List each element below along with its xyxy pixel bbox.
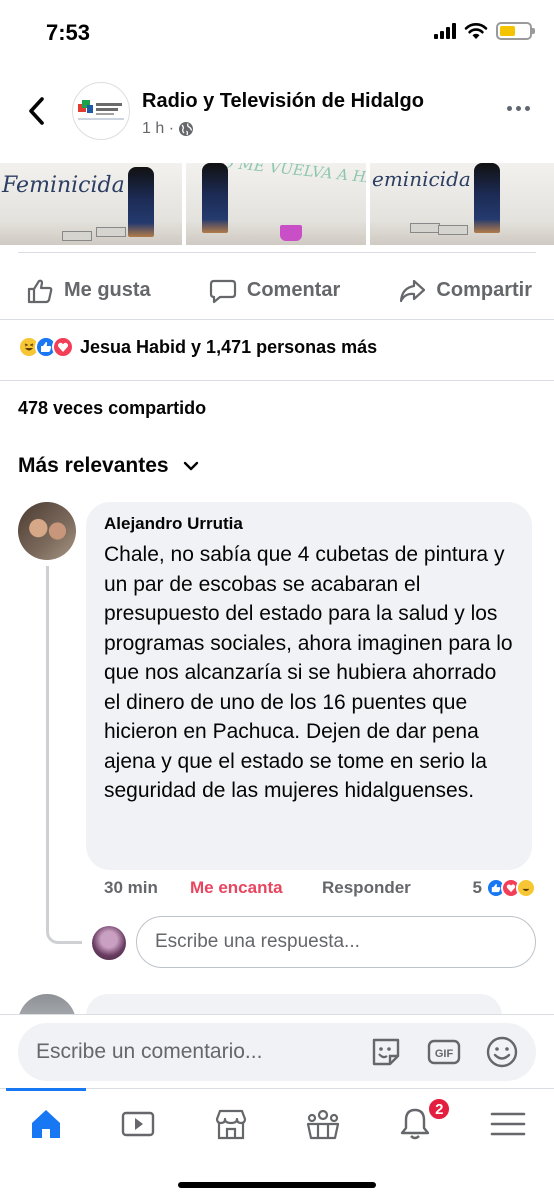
comment-reactions[interactable]: 5 [473,878,536,898]
comment-meta: 30 min Me encanta Responder 5 [104,878,536,898]
post-photo[interactable]: Feminicida [0,163,182,245]
thread-line [46,566,82,944]
thumbs-up-icon [27,279,53,303]
marketplace-icon [215,1109,246,1139]
signal-icon [434,23,456,39]
current-user-avatar [92,926,126,960]
photo-graffiti: eminicida [372,167,471,191]
reactions-summary[interactable]: Jesua Habid y 1,471 personas más [18,336,377,358]
chevron-down-icon [183,461,198,471]
composer-icons: GIF [368,1034,520,1070]
love-reaction-icon [52,336,74,358]
wifi-icon [464,22,488,39]
like-label: Me gusta [64,279,151,301]
more-options-button[interactable] [507,106,530,111]
chevron-left-icon [29,97,44,125]
comment-label: Comentar [246,279,341,301]
like-button[interactable]: Me gusta [26,277,151,305]
emoji-icon[interactable] [484,1034,520,1070]
tab-groups[interactable] [277,1089,369,1158]
back-button[interactable] [22,94,52,128]
globe-icon [179,122,194,136]
haha-reaction-icon [516,878,536,898]
page-avatar[interactable] [72,82,130,140]
bottom-tab-bar: 2 [0,1088,554,1158]
video-icon [122,1111,155,1136]
page-name[interactable]: Radio y Televisión de Hidalgo [142,90,424,113]
comment-author[interactable]: Alejandro Urrutia [104,514,514,534]
tab-home[interactable] [0,1088,92,1158]
comment-input[interactable]: Escribe un comentario... [36,1040,368,1064]
share-button[interactable]: Compartir [398,277,532,305]
post-photo[interactable]: eminicida [370,163,554,245]
comment-reaction-count: 5 [472,878,482,897]
comment-time: 30 min [104,878,158,897]
post-header: Radio y Televisión de Hidalgo 1 h · [0,70,554,160]
home-indicator[interactable] [178,1182,376,1188]
status-bar: 7:53 [0,0,554,66]
tab-menu[interactable] [462,1089,554,1158]
divider [0,380,554,381]
comment-button[interactable]: Comentar [209,277,340,305]
svg-text:GIF: GIF [435,1048,454,1060]
tab-notifications[interactable]: 2 [369,1089,461,1158]
tab-marketplace[interactable] [185,1089,277,1158]
comment-bubble[interactable]: Alejandro Urrutia Chale, no sabía que 4 … [86,502,532,870]
reply-input[interactable]: Escribe una respuesta... [136,916,536,968]
post-time: 1 h · [142,120,175,137]
comment-icon [209,279,236,303]
home-icon [32,1109,61,1138]
post-actions: Me gusta Comentar Compartir [0,252,554,320]
photo-graffiti: Feminicida [2,173,125,198]
status-icons [434,22,535,40]
post-meta: 1 h · [142,120,194,138]
commenter-avatar[interactable] [18,502,76,560]
share-label: Compartir [436,279,532,301]
sticker-icon[interactable] [368,1034,404,1070]
tab-watch[interactable] [92,1089,184,1158]
status-time: 7:53 [46,20,91,45]
gif-icon[interactable]: GIF [426,1034,462,1070]
photo-strip: Feminicida NO ME VUELVA A HACER DAÑO emi… [0,163,554,245]
comment-sort-dropdown[interactable]: Más relevantes [18,454,199,478]
comment-text: Chale, no sabía que 4 cubetas de pintura… [104,543,513,802]
composer-bar: Escribe un comentario... GIF [0,1014,554,1088]
share-icon [400,279,426,302]
groups-icon [307,1109,340,1139]
page-logo-icon [78,100,124,120]
love-reaction-link[interactable]: Me encanta [190,878,322,898]
menu-icon [490,1112,526,1135]
comment-composer[interactable]: Escribe un comentario... GIF [18,1023,536,1081]
sort-label: Más relevantes [18,454,169,477]
reactions-text: Jesua Habid y 1,471 personas más [80,336,378,357]
battery-icon [496,22,535,40]
reply-link[interactable]: Responder [322,878,446,898]
notifications-badge: 2 [427,1097,452,1121]
post-photo[interactable]: NO ME VUELVA A HACER DAÑO [186,163,366,245]
shares-count[interactable]: 478 veces compartido [18,398,206,419]
